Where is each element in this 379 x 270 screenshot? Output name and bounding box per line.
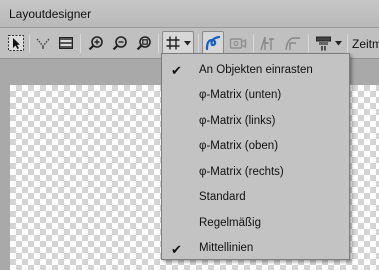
select-frame-button[interactable] — [5, 31, 27, 55]
menu-item-label: Mittellinien — [199, 242, 254, 255]
funnel-button[interactable] — [33, 31, 53, 55]
zoom-out-icon — [112, 35, 127, 50]
chevron-down-icon — [184, 40, 191, 45]
format-button[interactable] — [312, 31, 344, 55]
menu-item-phi-matrix-right[interactable]: φ-Matrix (rechts) — [162, 159, 349, 185]
menu-item-label: φ-Matrix (links) — [199, 114, 276, 127]
format-icon — [315, 36, 331, 50]
panel-button[interactable] — [56, 31, 76, 55]
menu-item-label: Regelmäßig — [199, 216, 261, 229]
funnel-icon — [36, 38, 50, 49]
toolbar-separator — [253, 34, 254, 53]
toolbar-separator — [198, 34, 199, 53]
zoom-fit-icon — [136, 35, 151, 50]
menu-item-label: Standard — [199, 191, 246, 204]
zeitm-label[interactable]: Zeitm — [352, 37, 379, 51]
toolbar-separator — [80, 34, 81, 53]
zoom-fit-button[interactable] — [134, 31, 154, 55]
camera-button[interactable] — [227, 31, 249, 55]
toolbar-separator — [308, 34, 309, 53]
curve-alt-button[interactable] — [282, 31, 304, 55]
curve-button[interactable] — [257, 31, 279, 55]
menu-item-label: φ-Matrix (unten) — [199, 89, 282, 102]
snap-icon — [205, 35, 221, 51]
window-title: Layoutdesigner — [9, 7, 92, 21]
curve-icon — [260, 36, 274, 51]
chevron-down-icon — [334, 40, 342, 45]
toolbar-separator — [158, 34, 159, 53]
menu-item-snap-to-objects[interactable]: ✔ An Objekten einrasten — [162, 57, 349, 83]
title-bar: Layoutdesigner — [0, 0, 379, 28]
zoom-in-icon — [88, 35, 103, 50]
menu-item-label: φ-Matrix (oben) — [199, 140, 279, 153]
curve-alt-icon — [285, 37, 300, 51]
toolbar-separator — [347, 34, 348, 53]
grid-icon — [166, 36, 180, 50]
menu-item-center-lines[interactable]: ✔ Mittellinien — [162, 236, 349, 262]
zoom-in-button[interactable] — [86, 31, 106, 55]
menu-item-label: An Objekten einrasten — [199, 63, 313, 76]
menu-item-label: φ-Matrix (rechts) — [199, 165, 284, 178]
grid-dropdown-menu: ✔ An Objekten einrasten φ-Matrix (unten)… — [161, 53, 350, 260]
checkmark-icon: ✔ — [171, 241, 182, 257]
menu-item-phi-matrix-left[interactable]: φ-Matrix (links) — [162, 108, 349, 134]
menu-item-standard[interactable]: Standard — [162, 185, 349, 211]
toolbar-separator — [29, 34, 30, 53]
menu-item-phi-matrix-top[interactable]: φ-Matrix (oben) — [162, 134, 349, 160]
panel-icon — [59, 37, 73, 49]
menu-item-phi-matrix-bottom[interactable]: φ-Matrix (unten) — [162, 83, 349, 109]
snap-button[interactable] — [202, 31, 224, 55]
zoom-out-button[interactable] — [110, 31, 130, 55]
menu-item-regular[interactable]: Regelmäßig — [162, 210, 349, 236]
checkmark-icon: ✔ — [171, 63, 182, 78]
grid-button[interactable] — [162, 31, 194, 55]
camera-icon — [229, 38, 247, 49]
select-frame-icon — [8, 35, 24, 51]
